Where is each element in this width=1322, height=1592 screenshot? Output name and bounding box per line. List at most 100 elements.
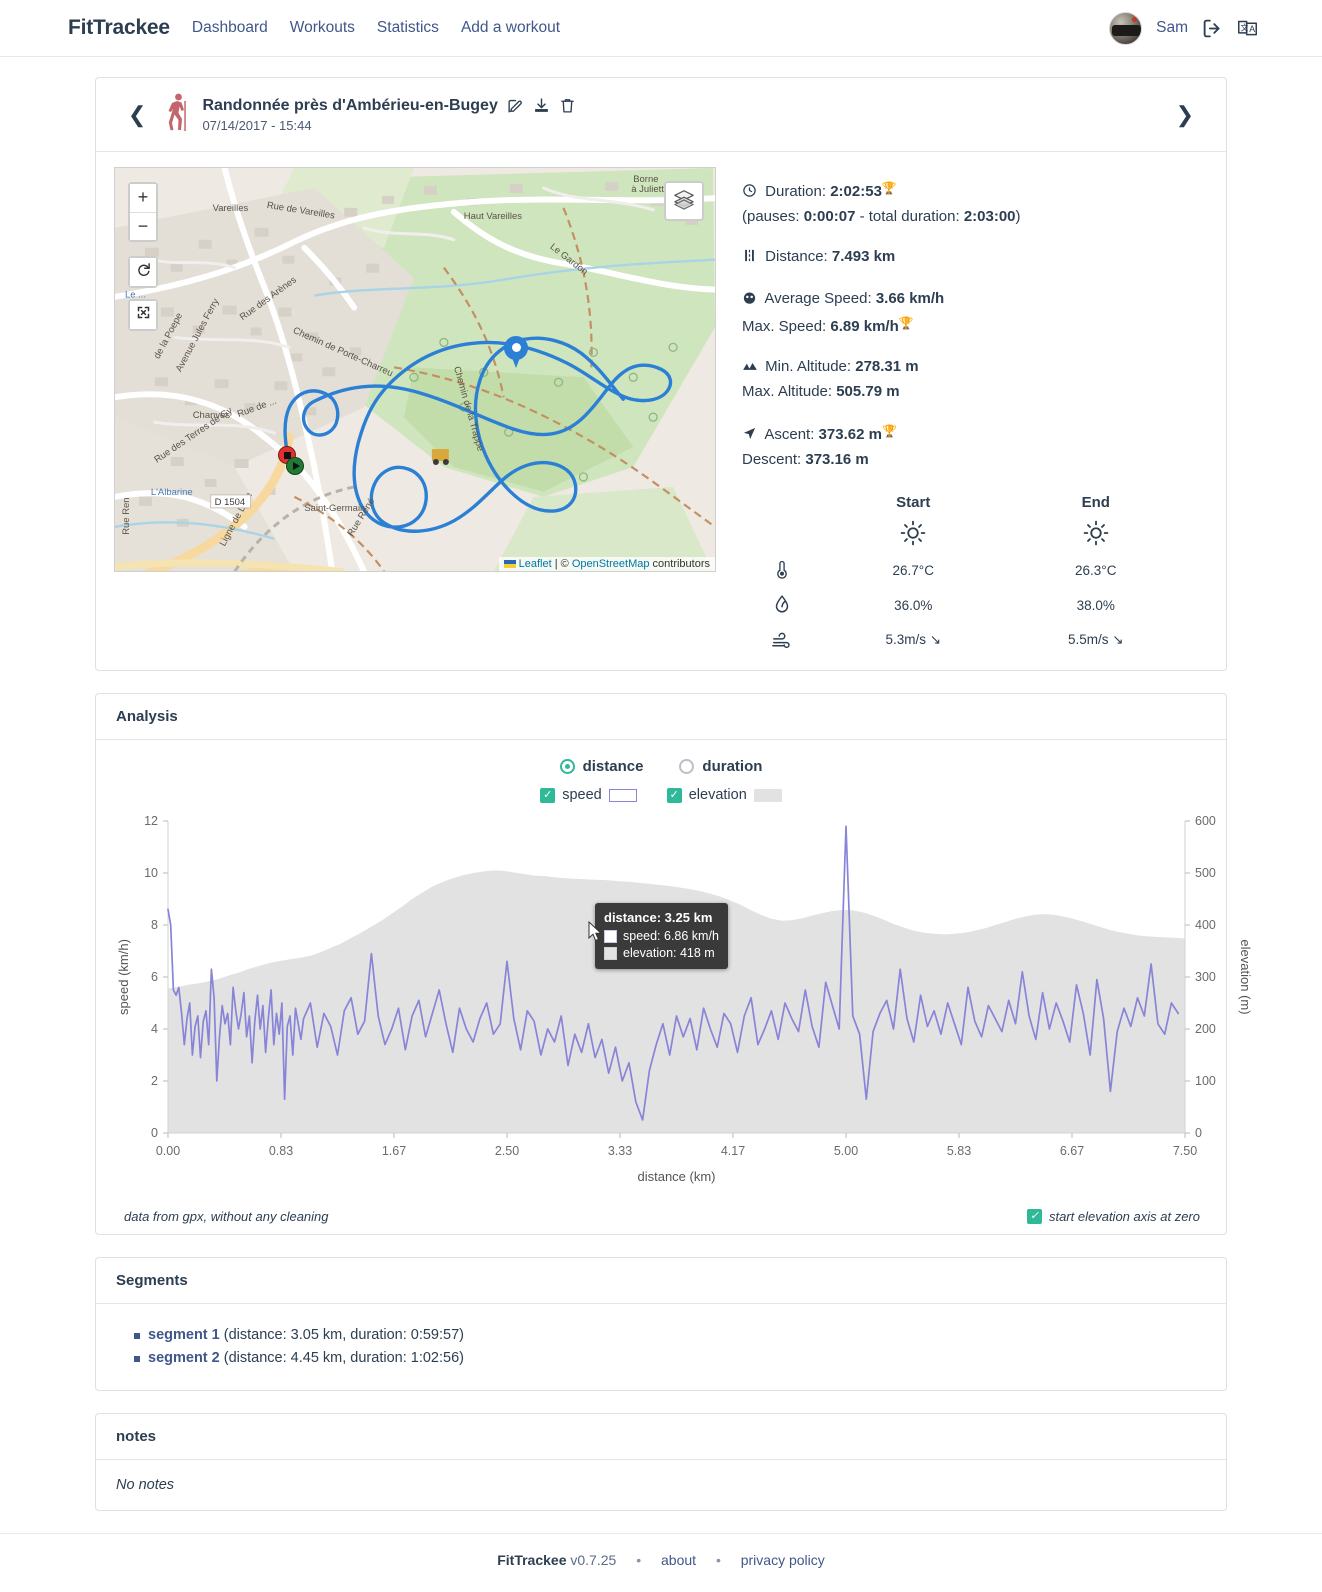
analysis-title: Analysis bbox=[96, 694, 1226, 740]
svg-text:300: 300 bbox=[1195, 970, 1216, 984]
edit-icon[interactable] bbox=[507, 97, 524, 114]
weather-header-row: Start End bbox=[742, 493, 1187, 516]
chart-xaxis-radio-group: distance duration bbox=[110, 758, 1212, 775]
sun-icon bbox=[1083, 520, 1109, 549]
checkbox-elevation-label: elevation bbox=[688, 787, 747, 803]
workout-map[interactable]: Vareilles Rue de Vareilles Haut Vareille… bbox=[114, 167, 716, 572]
record-trophy-icon: 🏆 bbox=[881, 424, 897, 438]
segment-2-link[interactable]: segment 2 bbox=[148, 1350, 220, 1366]
page-title: Randonnée près d'Ambérieu-en-Bugey bbox=[202, 97, 1163, 115]
radio-distance-input[interactable] bbox=[559, 759, 575, 774]
svg-text:6.67: 6.67 bbox=[1060, 1144, 1084, 1158]
checkbox-speed-input[interactable]: ✓ bbox=[540, 787, 556, 803]
tooltip-speed-swatch bbox=[604, 930, 617, 943]
svg-text:4: 4 bbox=[151, 1022, 158, 1036]
map-zoom-controls[interactable]: + − bbox=[128, 182, 158, 242]
avatar[interactable] bbox=[1109, 11, 1143, 45]
tooltip-elevation-value: elevation: 418 m bbox=[623, 946, 715, 960]
thermometer-icon bbox=[742, 553, 822, 588]
pauses-mid: - total duration: bbox=[855, 208, 964, 225]
tooltip-speed-value: speed: 6.86 km/h bbox=[623, 929, 719, 943]
notes-title: notes bbox=[96, 1414, 1226, 1460]
nav-link-statistics[interactable]: Statistics bbox=[377, 19, 439, 37]
fullscreen-icon[interactable] bbox=[130, 301, 156, 329]
svg-text:0.83: 0.83 bbox=[269, 1144, 293, 1158]
attrib-suffix: contributors bbox=[649, 558, 710, 570]
svg-text:100: 100 bbox=[1195, 1074, 1216, 1088]
stat-max-speed: Max. Speed: 6.89 km/h🏆 bbox=[742, 312, 1202, 338]
checkbox-speed[interactable]: ✓ speed bbox=[540, 787, 637, 803]
chart-controls: distance duration ✓ speed ✓ elevation bbox=[110, 750, 1212, 807]
stat-group-altitude: Min. Altitude: 278.31 m Max. Altitude: 5… bbox=[742, 355, 1202, 403]
speed-color-swatch bbox=[608, 788, 637, 802]
svg-text:8: 8 bbox=[151, 918, 158, 932]
nav-link-dashboard[interactable]: Dashboard bbox=[192, 19, 268, 37]
zoom-out-button[interactable]: − bbox=[130, 212, 156, 240]
clock-icon bbox=[742, 182, 761, 205]
weather-end-wind: 5.5m/s ↘ bbox=[1005, 623, 1188, 656]
svg-text:distance (km): distance (km) bbox=[637, 1169, 715, 1184]
footer-separator: • bbox=[636, 1552, 642, 1568]
logout-icon[interactable] bbox=[1202, 18, 1223, 39]
chart-svg[interactable]: 0 2 4 6 8 10 12 0 100 200 300 400 500 600 0.00 0.83 1.67… bbox=[110, 813, 1270, 1203]
layers-icon bbox=[673, 188, 695, 215]
osm-link[interactable]: OpenStreetMap bbox=[572, 558, 650, 570]
notes-content: No notes bbox=[116, 1477, 175, 1493]
weather-start-condition bbox=[822, 516, 1005, 553]
max-speed-value: 6.89 km/h bbox=[830, 318, 899, 335]
stat-pauses: (pauses: 0:00:07 - total duration: 2:03:… bbox=[742, 205, 1202, 228]
chart-series-checkboxes: ✓ speed ✓ elevation bbox=[110, 787, 1212, 803]
nav-link-add-workout[interactable]: Add a workout bbox=[461, 19, 560, 37]
checkbox-elevation[interactable]: ✓ elevation bbox=[666, 787, 782, 803]
footer-about-link[interactable]: about bbox=[661, 1552, 696, 1568]
checkbox-elevation-axis-zero-input[interactable]: ✓ bbox=[1026, 1209, 1042, 1224]
stat-avg-speed: Average Speed: 3.66 km/h bbox=[742, 287, 1202, 312]
next-workout-button[interactable]: ❯ bbox=[1164, 103, 1206, 126]
navigation-arrow-icon bbox=[742, 425, 761, 448]
tooltip-elevation-row: elevation: 418 m bbox=[604, 945, 719, 962]
workout-title-text: Randonnée près d'Ambérieu-en-Bugey bbox=[202, 96, 498, 114]
weather-start-header: Start bbox=[896, 494, 931, 511]
weather-start-temperature: 26.7°C bbox=[892, 563, 934, 578]
leaflet-link[interactable]: Leaflet bbox=[519, 558, 552, 570]
radio-duration[interactable]: duration bbox=[679, 758, 762, 775]
record-trophy-icon: 🏆 bbox=[881, 181, 897, 195]
svg-text:elevation (m): elevation (m) bbox=[1238, 939, 1253, 1014]
zoom-in-button[interactable]: + bbox=[130, 184, 156, 212]
download-icon[interactable] bbox=[533, 97, 550, 114]
previous-workout-button[interactable]: ❮ bbox=[116, 103, 158, 126]
distance-value: 7.493 km bbox=[831, 248, 896, 265]
reset-icon[interactable] bbox=[130, 258, 156, 286]
weather-end-temperature: 26.3°C bbox=[1075, 563, 1117, 578]
analysis-chart[interactable]: 0 2 4 6 8 10 12 0 100 200 300 400 500 600 0.00 0.83 1.67… bbox=[110, 813, 1253, 1203]
nav-user-area: Sam A 文 bbox=[1109, 11, 1298, 45]
radio-duration-input[interactable] bbox=[679, 759, 695, 774]
stat-group-distance: Distance: 7.493 km bbox=[742, 245, 1202, 270]
user-name[interactable]: Sam bbox=[1156, 19, 1188, 37]
nav-link-workouts[interactable]: Workouts bbox=[290, 19, 355, 37]
map-reset-button[interactable] bbox=[128, 256, 158, 288]
trash-icon[interactable] bbox=[559, 97, 576, 114]
mountains-icon bbox=[742, 357, 761, 380]
segment-1-link[interactable]: segment 1 bbox=[148, 1327, 220, 1343]
checkbox-elevation-axis-zero[interactable]: ✓ start elevation axis at zero bbox=[1026, 1209, 1200, 1224]
app-brand[interactable]: FitTrackee bbox=[68, 16, 170, 40]
footer-privacy-link[interactable]: privacy policy bbox=[741, 1552, 825, 1568]
svg-text:0.00: 0.00 bbox=[156, 1144, 180, 1158]
map-position-marker[interactable] bbox=[504, 336, 528, 370]
svg-text:0: 0 bbox=[1195, 1126, 1202, 1140]
map-layers-button[interactable] bbox=[664, 181, 704, 221]
language-icon[interactable]: A 文 bbox=[1237, 18, 1258, 39]
svg-text:600: 600 bbox=[1195, 814, 1216, 828]
map-fullscreen-button[interactable] bbox=[128, 299, 158, 331]
ascent-label: Ascent: bbox=[764, 426, 815, 443]
list-item: segment 1 (distance: 3.05 km, duration: … bbox=[134, 1324, 1206, 1347]
checkbox-elevation-input[interactable]: ✓ bbox=[666, 787, 682, 803]
radio-duration-label: duration bbox=[702, 758, 763, 775]
svg-text:5.83: 5.83 bbox=[947, 1144, 971, 1158]
map-start-marker[interactable] bbox=[286, 457, 304, 475]
max-altitude-value: 505.79 m bbox=[836, 383, 900, 400]
hiking-icon bbox=[164, 92, 192, 137]
svg-text:1.67: 1.67 bbox=[382, 1144, 406, 1158]
radio-distance[interactable]: distance bbox=[559, 758, 643, 775]
